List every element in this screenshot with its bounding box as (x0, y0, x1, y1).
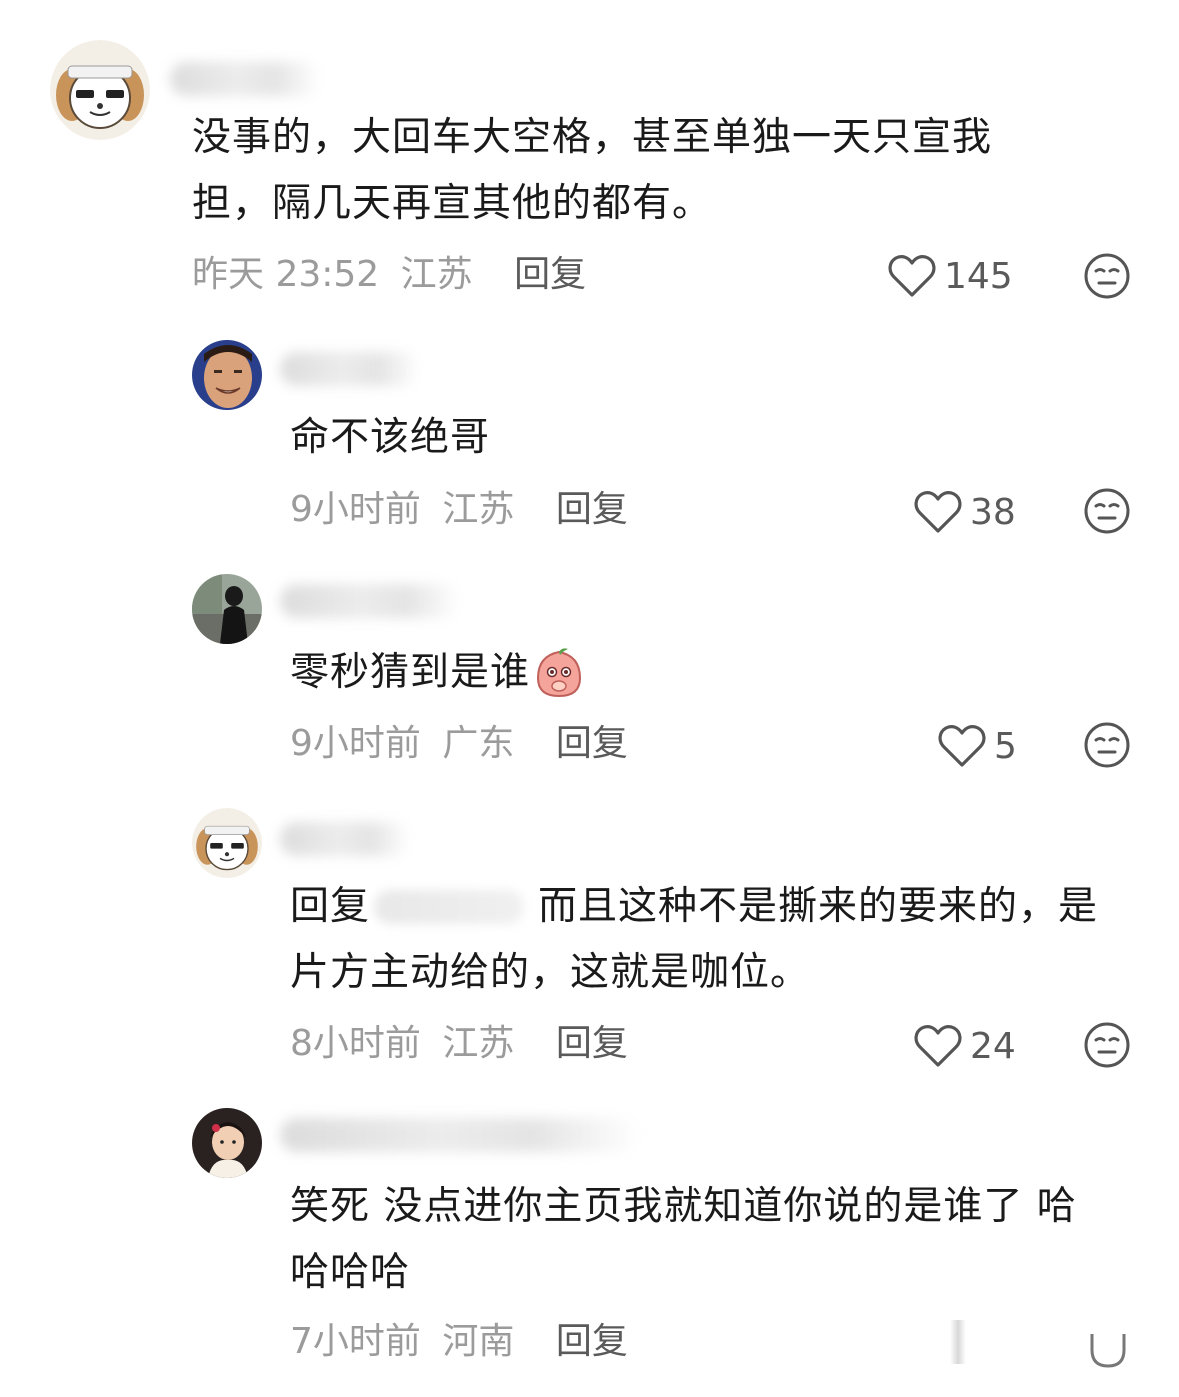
dog-avatar-icon (50, 40, 150, 140)
comment-location: 江苏 (442, 489, 515, 530)
like-button[interactable]: 38 (914, 488, 1016, 536)
dog-avatar-icon (192, 808, 262, 878)
like-count: 24 (970, 1025, 1016, 1067)
neutral-face-icon[interactable] (1083, 1021, 1131, 1069)
neutral-face-icon[interactable] (1083, 487, 1131, 535)
neutral-face-icon[interactable] (1083, 721, 1131, 769)
comment-text-line: 担，隔几天再宣其他的都有。 (192, 181, 713, 226)
person-outdoor-avatar-icon (192, 574, 262, 644)
comment-text-line: 没事的，大回车大空格，甚至单独一天只宣我 (192, 115, 993, 160)
comment-meta: 昨天 23:52 江苏 回复 (192, 255, 586, 295)
peach-cover-mouth-emoji-icon (537, 648, 582, 698)
comment-time: 9小时前 (290, 723, 421, 764)
comment-time: 7小时前 (290, 1321, 421, 1362)
neutral-face-icon[interactable] (1083, 252, 1131, 300)
comment-text: 零秒猜到是谁 (290, 640, 586, 706)
reply-button[interactable]: 回复 (556, 723, 628, 764)
reply-button[interactable]: 回复 (556, 489, 628, 530)
reply-prefix: 回复 (290, 884, 371, 929)
girl-avatar-icon (192, 1108, 262, 1178)
comment-text: 没事的，大回车大空格，甚至单独一天只宣我 担，隔几天再宣其他的都有。 (192, 105, 1092, 237)
comment-time: 昨天 23:52 (192, 254, 380, 295)
comment-location: 广东 (442, 723, 515, 764)
comment-text-main: 零秒猜到是谁 (290, 650, 531, 695)
comment-meta: 8小时前 江苏 回复 (290, 1024, 628, 1064)
comment-meta: 9小时前 江苏 回复 (290, 490, 628, 530)
reply-button[interactable]: 回复 (556, 1321, 628, 1362)
comment-text: 笑死 没点进你主页我就知道你说的是谁了 哈 哈哈哈 (290, 1174, 1150, 1306)
comment-meta: 7小时前 河南 回复 (290, 1322, 628, 1362)
like-count: 38 (970, 491, 1016, 533)
heart-outline-icon (888, 255, 936, 297)
smiling-man-avatar-icon (192, 340, 262, 410)
like-count: 5 (994, 725, 1017, 767)
like-count: 145 (944, 255, 1013, 297)
comment-text-line: 笑死 没点进你主页我就知道你说的是谁了 哈 (290, 1184, 1077, 1229)
like-button[interactable]: 24 (914, 1022, 1016, 1070)
comment-text: 回复 而且这种不是撕来的要来的，是 片方主动给的，这就是咖位。 (290, 874, 1150, 1006)
reply-button[interactable]: 回复 (556, 1023, 628, 1064)
like-button[interactable]: 145 (888, 252, 1013, 300)
username-blurred[interactable] (280, 584, 460, 618)
avatar[interactable] (192, 574, 262, 644)
mentioned-user-blurred[interactable] (374, 890, 525, 924)
comment-text-line: 片方主动给的，这就是咖位。 (290, 950, 811, 995)
username-blurred[interactable] (280, 352, 420, 386)
heart-outline-icon (938, 725, 986, 767)
like-button[interactable]: 5 (938, 722, 1017, 770)
avatar[interactable] (50, 40, 150, 140)
comment-location: 江苏 (442, 1023, 515, 1064)
neutral-face-icon-partial[interactable] (1088, 1330, 1128, 1370)
reply-button[interactable]: 回复 (514, 254, 586, 295)
heart-outline-icon (914, 1025, 962, 1067)
comment-meta: 9小时前 广东 回复 (290, 724, 628, 764)
avatar[interactable] (192, 808, 262, 878)
comment-time: 9小时前 (290, 489, 421, 530)
comment-text-line: 回复 而且这种不是撕来的要来的，是 (290, 874, 1150, 940)
comment-text-line: 哈哈哈 (290, 1250, 411, 1295)
comment-location: 河南 (442, 1321, 515, 1362)
comment-text: 命不该绝哥 (290, 415, 491, 460)
like-button-partial[interactable] (950, 1320, 966, 1364)
comment-time: 8小时前 (290, 1023, 421, 1064)
username-blurred[interactable] (170, 62, 320, 96)
heart-outline-icon (914, 491, 962, 533)
avatar[interactable] (192, 340, 262, 410)
username-blurred[interactable] (280, 822, 410, 856)
comment-text-main: 而且这种不是撕来的要来的，是 (538, 884, 1099, 929)
avatar[interactable] (192, 1108, 262, 1178)
username-blurred[interactable] (280, 1118, 640, 1152)
comment-location: 江苏 (400, 254, 473, 295)
